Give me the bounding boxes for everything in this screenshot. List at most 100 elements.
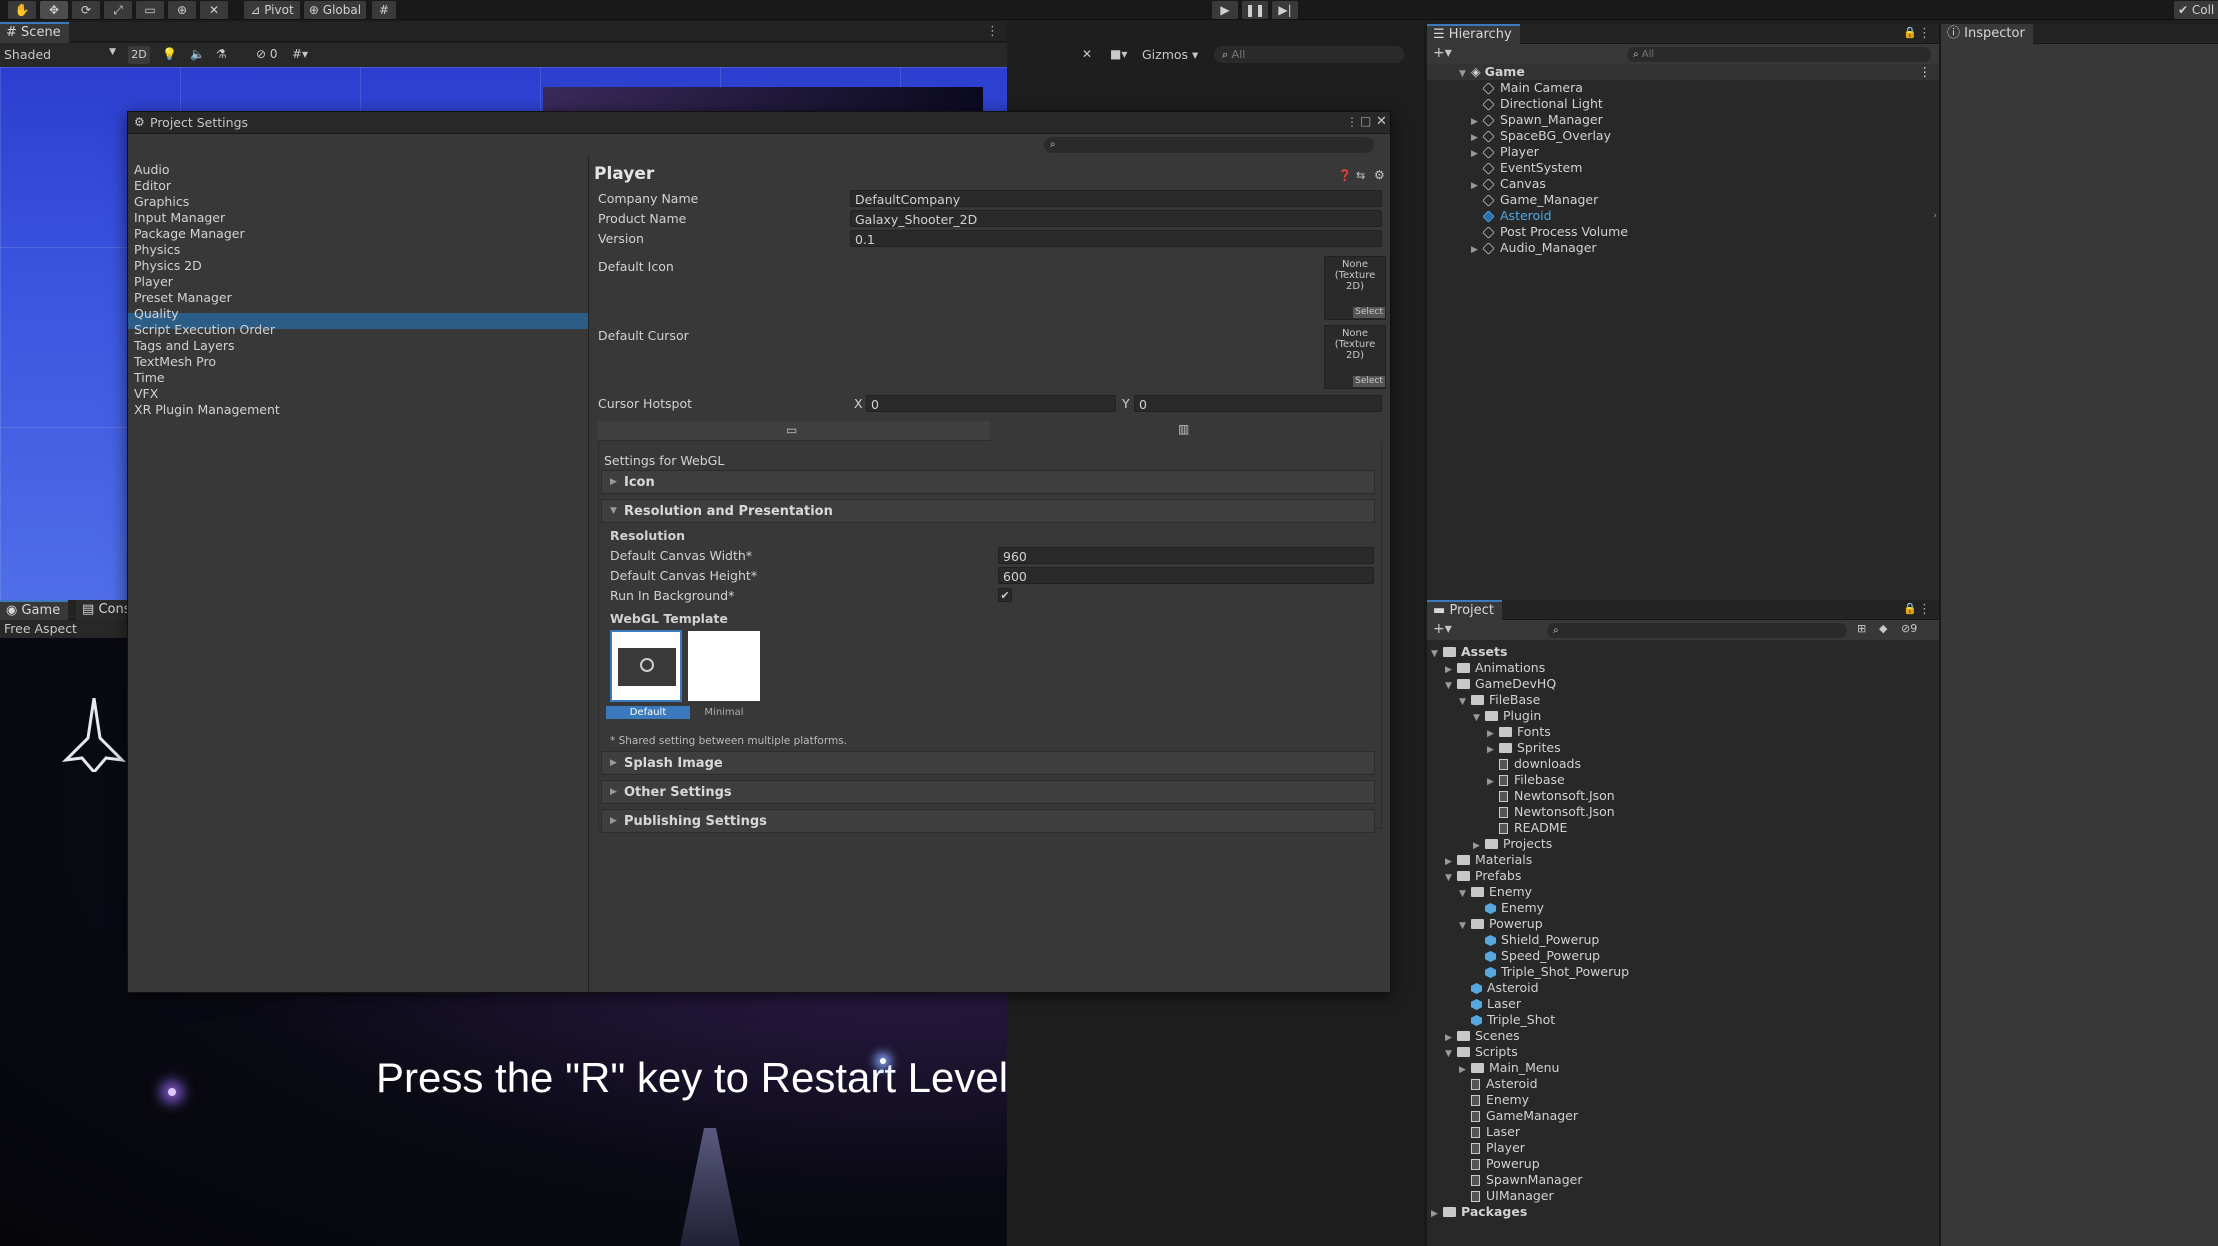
project-tree-item[interactable]: Laser (1427, 996, 1939, 1012)
cursor-select-button[interactable]: Select (1353, 376, 1385, 387)
nav-item-preset-manager[interactable]: Preset Manager (134, 290, 232, 306)
hierarchy-item[interactable]: ▶ Spawn_Manager (1427, 112, 1939, 128)
tab-scene[interactable]: # Scene (0, 22, 69, 44)
scene-search-input[interactable]: ⌕ All (1214, 46, 1404, 63)
project-tree-item[interactable]: ▶ Filebase (1427, 772, 1939, 788)
tab-webgl-platform[interactable]: ▥ (990, 421, 1382, 441)
publishing-foldout[interactable]: ▶ Publishing Settings (601, 809, 1375, 833)
hotspot-y-field[interactable]: 0 (1134, 395, 1382, 412)
hand-tool-icon[interactable]: ✋ (8, 1, 36, 19)
window-menu-icon[interactable]: ⋮ (1346, 115, 1358, 129)
project-tree-item[interactable]: Shield_Powerup (1427, 932, 1939, 948)
hierarchy-item[interactable]: EventSystem (1427, 160, 1939, 176)
tools-icon[interactable]: ✕ (1082, 47, 1092, 61)
project-tree-item[interactable]: Enemy (1427, 1092, 1939, 1108)
project-tree-item[interactable]: ▶ Animations (1427, 660, 1939, 676)
audio-icon[interactable]: 🔈 (190, 47, 205, 61)
template-minimal-thumbnail[interactable] (688, 631, 760, 701)
settings-gear-icon[interactable]: ⚙ (1374, 168, 1385, 182)
project-tree-item[interactable]: Laser (1427, 1124, 1939, 1140)
project-tree-item[interactable]: Triple_Shot_Powerup (1427, 964, 1939, 980)
camera-icon[interactable]: ■▾ (1110, 47, 1127, 61)
move-tool-icon[interactable]: ✥ (40, 1, 68, 19)
project-tree-item[interactable]: ▶ Sprites (1427, 740, 1939, 756)
rotate-tool-icon[interactable]: ⟳ (72, 1, 100, 19)
project-tree-item[interactable]: ▼ Enemy (1427, 884, 1939, 900)
project-tree-item[interactable]: downloads (1427, 756, 1939, 772)
project-tree-item[interactable]: ▶ Materials (1427, 852, 1939, 868)
global-toggle[interactable]: ⊕ Global (304, 1, 366, 19)
grid-icon[interactable]: #▾ (292, 47, 308, 61)
splash-foldout[interactable]: ▶ Splash Image (601, 751, 1375, 775)
hierarchy-item[interactable]: ▶ Audio_Manager (1427, 240, 1939, 256)
prefab-open-icon[interactable]: › (1933, 208, 1937, 224)
scale-tool-icon[interactable]: ⤢ (104, 1, 132, 19)
project-tree-item[interactable]: ▼ Prefabs (1427, 868, 1939, 884)
settings-search-input[interactable]: ⌕ (1044, 137, 1374, 153)
project-settings-titlebar[interactable]: ⚙ Project Settings ⋮ □ ✕ (128, 112, 1390, 134)
nav-item-vfx[interactable]: VFX (134, 386, 158, 402)
pivot-toggle[interactable]: ⊿ Pivot (244, 1, 300, 19)
project-tree-item[interactable]: ▼ GameDevHQ (1427, 676, 1939, 692)
nav-item-graphics[interactable]: Graphics (134, 194, 189, 210)
nav-item-script-execution-order[interactable]: Script Execution Order (134, 322, 275, 338)
project-tree-item[interactable]: GameManager (1427, 1108, 1939, 1124)
scene-menu-icon[interactable]: ⋮ (986, 24, 999, 39)
project-tree-item[interactable]: Asteroid (1427, 980, 1939, 996)
other-settings-foldout[interactable]: ▶ Other Settings (601, 780, 1375, 804)
step-button[interactable]: ▶| (1272, 1, 1298, 19)
nav-item-quality[interactable]: Quality (134, 306, 179, 322)
project-tree-item[interactable]: ▶ Main_Menu (1427, 1060, 1939, 1076)
nav-item-xr-plugin-management[interactable]: XR Plugin Management (134, 402, 280, 418)
close-icon[interactable]: ✕ (1376, 114, 1387, 129)
project-tree-item[interactable]: README (1427, 820, 1939, 836)
project-tree-item[interactable]: Newtonsoft.Json (1427, 788, 1939, 804)
scene-menu-icon[interactable]: ⋮ (1919, 64, 1932, 80)
run-in-background-checkbox[interactable]: ✔ (998, 588, 1012, 602)
canvas-height-field[interactable]: 600 (998, 567, 1374, 584)
nav-item-time[interactable]: Time (134, 370, 165, 386)
default-icon-slot[interactable]: None (Texture 2D) Select (1324, 256, 1386, 320)
project-tree-item[interactable]: ▶ Projects (1427, 836, 1939, 852)
tab-game[interactable]: ◉ Game (0, 600, 69, 622)
hotspot-x-field[interactable]: 0 (866, 395, 1116, 412)
hidden-objects-icon[interactable]: ⊘ 0 (256, 47, 278, 61)
chevron-right-icon[interactable]: ▶ (1471, 242, 1483, 258)
hierarchy-item[interactable]: ▶ Canvas (1427, 176, 1939, 192)
pause-button[interactable]: ❚❚ (1242, 1, 1268, 19)
hidden-packages-icon[interactable]: ⊘9 (1901, 622, 1917, 635)
custom-tool-icon[interactable]: ✕ (200, 1, 228, 19)
project-tree-item[interactable]: ▼ Assets (1427, 644, 1939, 660)
hierarchy-item[interactable]: ▶ Player (1427, 144, 1939, 160)
mode-2d-button[interactable]: 2D (128, 46, 150, 64)
add-icon[interactable]: +▾ (1433, 621, 1452, 637)
project-tree-item[interactable]: Enemy (1427, 900, 1939, 916)
project-tree-item[interactable]: ▶ Packages (1427, 1204, 1939, 1220)
project-tree-item[interactable]: ▶ Fonts (1427, 724, 1939, 740)
hierarchy-item[interactable]: Main Camera (1427, 80, 1939, 96)
project-tree-item[interactable]: ▼ Scripts (1427, 1044, 1939, 1060)
nav-item-physics-2d[interactable]: Physics 2D (134, 258, 202, 274)
project-tree-item[interactable]: ▼ Plugin (1427, 708, 1939, 724)
canvas-width-field[interactable]: 960 (998, 547, 1374, 564)
company-name-field[interactable]: DefaultCompany (850, 190, 1382, 207)
project-tree-item[interactable]: SpawnManager (1427, 1172, 1939, 1188)
maximize-icon[interactable]: □ (1360, 114, 1371, 128)
nav-item-package-manager[interactable]: Package Manager (134, 226, 245, 242)
hierarchy-item[interactable]: Post Process Volume (1427, 224, 1939, 240)
shading-dropdown[interactable]: Shaded ▼ (4, 47, 116, 63)
hierarchy-item[interactable]: Game_Manager (1427, 192, 1939, 208)
project-tree-item[interactable]: ▶ Scenes (1427, 1028, 1939, 1044)
hierarchy-item[interactable]: Directional Light (1427, 96, 1939, 112)
collab-button[interactable]: ✔ Coll (2174, 1, 2218, 19)
hierarchy-item[interactable]: ▶ SpaceBG_Overlay (1427, 128, 1939, 144)
aspect-dropdown[interactable]: Free Aspect (4, 621, 77, 636)
project-tree-item[interactable]: ▼ FileBase (1427, 692, 1939, 708)
preset-icon[interactable]: ⇆ (1356, 169, 1365, 182)
effects-icon[interactable]: ⚗ (216, 47, 227, 61)
grid-snap-icon[interactable]: # (372, 1, 396, 19)
resolution-foldout[interactable]: ▼ Resolution and Presentation (601, 499, 1375, 523)
filter-type-icon[interactable]: ⊞ (1857, 622, 1866, 635)
help-icon[interactable]: ❓ (1338, 169, 1352, 182)
label-icon[interactable]: ◆ (1879, 622, 1887, 635)
